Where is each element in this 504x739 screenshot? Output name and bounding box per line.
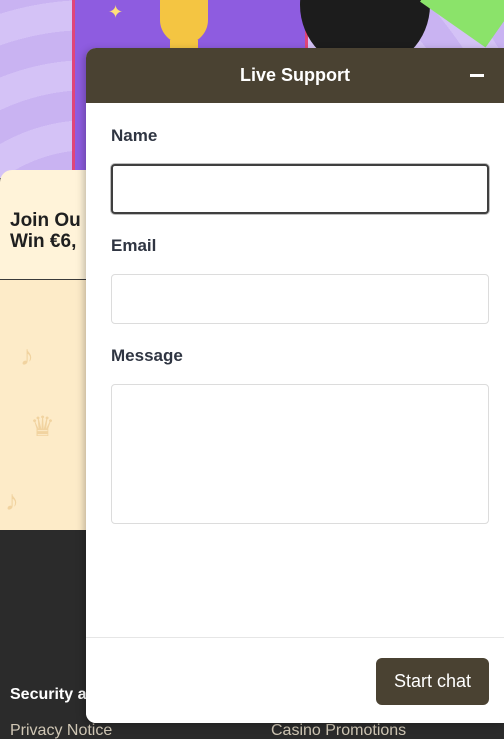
message-field[interactable] xyxy=(111,384,489,524)
chat-form: Name Email Message xyxy=(86,126,504,524)
email-field[interactable] xyxy=(111,274,489,324)
ribbon-badge xyxy=(420,0,504,48)
music-note-icon: ♪ xyxy=(5,485,19,516)
footer-link-casino-promotions[interactable]: Casino Promotions xyxy=(271,722,406,739)
footer-link-privacy[interactable]: Privacy Notice xyxy=(10,722,112,739)
music-note-icon: ♪ xyxy=(20,340,34,371)
start-chat-button[interactable]: Start chat xyxy=(376,658,489,705)
chat-header: Live Support xyxy=(86,48,504,103)
minimize-button[interactable] xyxy=(468,66,486,84)
name-label: Name xyxy=(111,126,158,145)
message-label: Message xyxy=(111,346,183,365)
sparkle-icon: ✦ xyxy=(108,2,124,22)
crown-icon: ♛ xyxy=(30,411,56,442)
footer-heading-security: Security a xyxy=(10,686,87,703)
chat-title: Live Support xyxy=(239,65,350,85)
minus-icon xyxy=(470,74,484,77)
chat-footer: Start chat xyxy=(86,637,504,723)
name-field[interactable] xyxy=(111,164,489,214)
email-label: Email xyxy=(111,236,157,255)
live-support-widget: Live Support Name Email Message Start ch… xyxy=(86,48,504,723)
